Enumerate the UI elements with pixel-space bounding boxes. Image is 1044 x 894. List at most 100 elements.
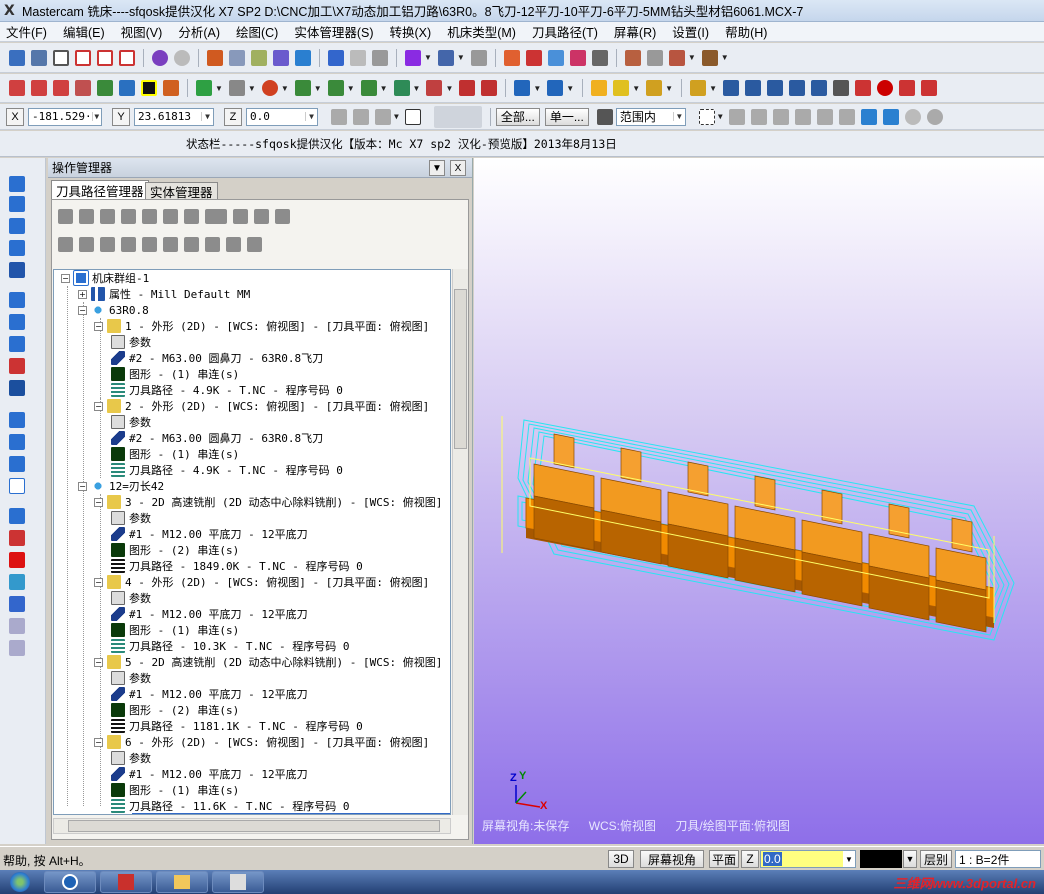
tree-tool[interactable]: #1 - M12.00 平底刀 - 12平底刀 xyxy=(111,766,308,782)
chevron-down-icon[interactable]: ▼ xyxy=(201,112,213,121)
window-icon[interactable] xyxy=(53,49,69,66)
solid-outline-icon[interactable] xyxy=(9,618,25,634)
tree-geometry[interactable]: 图形 - (2) 串连(s) xyxy=(111,542,239,558)
tree-machine-group[interactable]: − 机床群组-1 xyxy=(61,270,149,286)
tree-parameters[interactable]: 参数 xyxy=(111,334,151,350)
x-coordinate-input[interactable]: -181.529· ▼ xyxy=(28,107,102,126)
draft-icon[interactable] xyxy=(9,574,25,590)
g1-icon[interactable] xyxy=(205,208,227,224)
layer-field[interactable]: 1 : B=2件 xyxy=(955,850,1041,868)
gview-icon[interactable] xyxy=(405,49,421,66)
tree-tool[interactable]: #2 - M63.00 圆鼻刀 - 63R0.8飞刀 xyxy=(111,430,323,446)
table-icon[interactable] xyxy=(97,80,113,96)
fit-view-icon[interactable] xyxy=(810,80,827,96)
tree-tool[interactable]: #1 - M12.00 平底刀 - 12平底刀 xyxy=(111,606,308,622)
break-icon[interactable] xyxy=(459,80,476,96)
post-toggle-icon[interactable] xyxy=(100,236,115,252)
verify-icon[interactable] xyxy=(728,108,745,125)
height-icon[interactable] xyxy=(788,80,805,96)
split-vertical-icon[interactable] xyxy=(97,49,113,66)
menu-xform[interactable]: 转换(X) xyxy=(390,22,432,41)
properties-icon[interactable] xyxy=(31,49,47,66)
check-icon[interactable] xyxy=(119,80,135,96)
taskbar-app-solidworks[interactable] xyxy=(100,871,152,893)
copy-icon[interactable] xyxy=(229,49,245,66)
menu-settings[interactable]: 设置(I) xyxy=(672,22,709,41)
cut-icon[interactable] xyxy=(207,49,223,66)
solid-icon[interactable] xyxy=(393,80,410,96)
boolean-icon[interactable] xyxy=(9,596,25,612)
extrude-icon[interactable] xyxy=(9,412,25,428)
line-icon[interactable] xyxy=(228,80,245,96)
tree-tool[interactable]: #1 - M12.00 平底刀 - 12平底刀 xyxy=(111,686,308,702)
arrow-corner-icon[interactable] xyxy=(920,80,937,96)
tree-parameters[interactable]: 参数 xyxy=(111,510,151,526)
chevron-down-icon[interactable]: ▼ xyxy=(91,112,101,121)
wireframe-icon[interactable] xyxy=(624,49,641,66)
loft-icon[interactable] xyxy=(9,478,25,494)
y-coordinate-input[interactable]: 23.61813 ▼ xyxy=(134,107,214,126)
tree-tool[interactable]: #2 - M63.00 圆鼻刀 - 63R0.8飞刀 xyxy=(111,350,323,366)
translate-icon[interactable] xyxy=(547,80,564,96)
tree-parameters[interactable]: 参数 xyxy=(111,590,151,606)
undo-icon[interactable] xyxy=(152,49,168,66)
tree-tool-group-63r08[interactable]: −63R0.8 xyxy=(78,302,149,318)
verify-op-icon[interactable] xyxy=(163,208,178,224)
screen-view-button[interactable]: 屏幕视角 xyxy=(640,850,704,868)
plane-button[interactable]: 平面 xyxy=(709,850,739,868)
sweep-icon[interactable] xyxy=(9,456,25,472)
select-single-button[interactable]: 单一... xyxy=(544,107,589,126)
split-horizontal-icon[interactable] xyxy=(75,49,91,66)
arrow-in-icon[interactable] xyxy=(854,80,871,96)
backplot-op-icon[interactable] xyxy=(142,208,157,224)
trim-icon[interactable] xyxy=(426,80,443,96)
analyze-distance-icon[interactable] xyxy=(75,80,91,96)
graphics-viewport[interactable]: Z Y X 屏幕视角:未保存 WCS:俯视图 刀具/绘图平面:俯视图 xyxy=(474,158,1044,844)
level-icon[interactable] xyxy=(163,80,179,96)
regenerate-dirty-icon[interactable] xyxy=(121,208,136,224)
wave-icon[interactable] xyxy=(205,236,220,252)
tree-toolpath[interactable]: 刀具路径 - 10.3K - T.NC - 程序号码 0 xyxy=(111,638,349,654)
chevron-down-icon[interactable]: ▼ xyxy=(305,112,317,121)
menu-help[interactable]: 帮助(H) xyxy=(725,22,767,41)
tree-operation[interactable]: −1 - 外形 (2D) - [WCS: 俯视图] - [刀具平面: 俯视图] xyxy=(94,318,429,334)
tree-toolpath[interactable]: 刀具路径 - 11.6K - T.NC - 程序号码 0 xyxy=(111,798,349,814)
tab-solids-manager[interactable]: 实体管理器 xyxy=(145,182,218,200)
menu-create[interactable]: 绘图(C) xyxy=(236,22,278,41)
chevron-down-icon[interactable]: ▼ xyxy=(843,851,855,867)
hex3-icon[interactable] xyxy=(794,108,811,125)
pencil-icon[interactable] xyxy=(591,80,608,96)
cone-icon[interactable] xyxy=(9,336,25,352)
shaded-icon[interactable] xyxy=(646,49,663,66)
tab-toolpath-manager[interactable]: 刀具路径管理器 xyxy=(51,180,149,199)
tree-toolpath[interactable]: 刀具路径 - 4.9K - T.NC - 程序号码 0 xyxy=(111,462,343,478)
z-coordinate-input[interactable]: 0.0 ▼ xyxy=(246,107,318,126)
tree-horizontal-scrollbar[interactable] xyxy=(53,818,451,834)
tree-geometry[interactable]: 图形 - (1) 串连(s) xyxy=(111,782,239,798)
tree-operation[interactable]: −4 - 外形 (2D) - [WCS: 俯视图] - [刀具平面: 俯视图] xyxy=(94,574,429,590)
backplot-icon[interactable] xyxy=(701,49,718,66)
delete-icon[interactable] xyxy=(273,49,289,66)
help-icon[interactable] xyxy=(404,108,421,125)
autocursor-icon[interactable] xyxy=(353,108,369,125)
align-icon[interactable] xyxy=(722,80,739,96)
list-icon[interactable] xyxy=(525,49,542,66)
no-icon[interactable] xyxy=(904,108,921,125)
tree-geometry[interactable]: 图形 - (1) 串连(s) xyxy=(111,366,239,382)
front-view-icon[interactable] xyxy=(9,196,25,212)
taskbar-app-s[interactable] xyxy=(44,871,96,893)
zoom-window-icon[interactable] xyxy=(350,49,366,66)
color-swatch[interactable] xyxy=(860,850,902,868)
menu-machine-type[interactable]: 机床类型(M) xyxy=(447,22,516,41)
shell-icon[interactable] xyxy=(9,530,25,546)
highfeed-icon[interactable] xyxy=(254,208,269,224)
join-icon[interactable] xyxy=(481,80,498,96)
tree-tool[interactable]: #1 - M12.00 平底刀 - 12平底刀 xyxy=(111,526,308,542)
help-ops-icon[interactable] xyxy=(275,208,290,224)
shading-icon[interactable] xyxy=(470,49,487,66)
tree-geometry[interactable]: 图形 - (1) 串连(s) xyxy=(111,622,239,638)
side-view-icon[interactable] xyxy=(9,218,25,234)
lock-icon[interactable] xyxy=(58,236,73,252)
tree-tool-group-12[interactable]: −12=刃长42 xyxy=(78,478,164,494)
hex-icon[interactable] xyxy=(750,108,767,125)
